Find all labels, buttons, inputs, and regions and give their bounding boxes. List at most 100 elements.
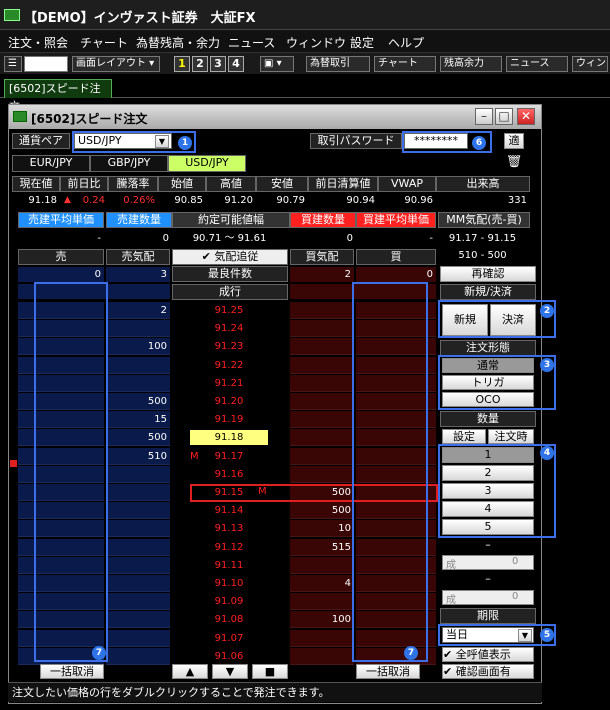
- nari-check-2: 成: [446, 595, 456, 606]
- buy-depth-cell: [290, 320, 354, 337]
- available-range-value: 90.71 ～ 91.61: [192, 233, 267, 244]
- quote-header-6: 前日清算値: [308, 176, 378, 192]
- all-prices-checkbox[interactable]: ✔ 全呼値表示: [442, 647, 534, 662]
- buy-depth-cell: [290, 411, 354, 428]
- pos-header-buy_qty: 買建数量: [290, 212, 356, 228]
- buy-depth-cell: [290, 357, 354, 374]
- sell-depth-cell: [106, 630, 170, 647]
- qty-setting-button[interactable]: 設定: [442, 429, 486, 444]
- buy-depth-total: 2: [290, 267, 354, 282]
- badge-2: 2: [540, 304, 554, 318]
- sell-header: 売: [18, 249, 104, 265]
- quote-value-2: 0.26%: [123, 195, 155, 206]
- buy-header: 買: [356, 249, 436, 265]
- badge-7-sell: 7: [92, 646, 106, 660]
- sell-depth-cell: [106, 539, 170, 556]
- order-type-label: 注文形態: [440, 340, 536, 356]
- badge-4: 4: [540, 446, 554, 460]
- pair-tab-usd-jpy[interactable]: USD/JPY: [168, 155, 246, 172]
- market-mark: [190, 320, 202, 337]
- new-close-label: 新規/決済: [440, 284, 536, 300]
- market-mark: [190, 575, 202, 592]
- dash-label-1: –: [485, 538, 491, 551]
- trash-icon[interactable]: 🗑: [504, 155, 524, 172]
- pos-header-sell_avg: 売建平均単価: [18, 212, 104, 228]
- quote-value-8: 331: [507, 195, 527, 206]
- highlight-new-close: [438, 300, 556, 338]
- pos-header-sell_qty: 売建数量: [106, 212, 172, 228]
- badge-5: 5: [540, 628, 554, 642]
- pos-header-available: 約定可能値幅: [172, 212, 290, 228]
- quote-value-0: 91.18: [28, 195, 57, 206]
- sell-depth-cell: 510: [106, 448, 170, 465]
- center-button[interactable]: ■: [252, 664, 288, 679]
- highlight-buy-column: [352, 282, 428, 662]
- confirm-screen-check-icon: ✔: [443, 665, 456, 678]
- quote-header-0: 現在値: [12, 176, 60, 192]
- nari-check-1: 成: [446, 560, 456, 571]
- sell-depth-cell: [106, 575, 170, 592]
- sell-depth-cell: 500: [106, 393, 170, 410]
- buy-depth-cell: 10: [290, 520, 354, 537]
- nari-zero-1: 0: [512, 556, 519, 567]
- buy-qty-value: 0: [346, 233, 353, 244]
- sell-depth-cell: 500: [106, 429, 170, 446]
- status-bar: 注文したい価格の行をダブルクリックすることで発注できます。: [8, 682, 542, 702]
- market-mark: [190, 502, 202, 519]
- content: 通貨ペア USD/JPY ▼ 取引パスワード ******** 適 1 6 EUR/JPY GBP…: [0, 0, 610, 710]
- pair-tab-eur-jpy[interactable]: EUR/JPY: [12, 155, 90, 172]
- sell-depth-cell: [106, 320, 170, 337]
- sell-cancel-all-button[interactable]: 一括取消: [40, 664, 104, 679]
- sell-depth-total: 3: [106, 267, 170, 282]
- sell-depth-cell: [106, 502, 170, 519]
- sell-depth-cell: [106, 466, 170, 483]
- highlight-deadline: [438, 624, 556, 646]
- quote-header-3: 始値: [158, 176, 206, 192]
- pair-tab-gbp-jpy[interactable]: GBP/JPY: [90, 155, 168, 172]
- market-mark: [190, 302, 202, 319]
- sell-depth-cell: 100: [106, 338, 170, 355]
- mm-value-1: 91.17 - 91.15: [448, 233, 517, 244]
- sell-depth-cell: [106, 593, 170, 610]
- scroll-down-button[interactable]: ▼: [212, 664, 248, 679]
- quote-value-3: 90.85: [174, 195, 203, 206]
- sell-depth-cell: [106, 557, 170, 574]
- badge-1: 1: [178, 136, 192, 150]
- badge-7-buy: 7: [404, 646, 418, 660]
- pos-header-buy_avg: 買建平均単価: [356, 212, 436, 228]
- market-mark: [190, 375, 202, 392]
- scroll-up-button[interactable]: ▲: [172, 664, 208, 679]
- buy-avg-value: -: [429, 233, 433, 244]
- quote-value-7: 90.96: [404, 195, 433, 206]
- down-arrow-icon: ▲: [64, 195, 71, 205]
- highlight-sell-column: [34, 282, 108, 662]
- market-order-label[interactable]: 成行: [172, 284, 288, 300]
- market-mark: [190, 411, 202, 428]
- confirm-screen-checkbox[interactable]: ✔ 確認画面有: [442, 664, 534, 679]
- reconfirm-button[interactable]: 再確認: [440, 266, 536, 282]
- market-mark: [190, 630, 202, 647]
- apply-button[interactable]: 適: [504, 133, 524, 149]
- market-mark: [190, 648, 202, 665]
- best-count-label: 最良件数: [172, 266, 288, 282]
- follow-quote-label: 気配追従: [214, 250, 259, 263]
- market-mark: [190, 357, 202, 374]
- buy-depth-cell: 4: [290, 575, 354, 592]
- follow-check-icon: ✔: [201, 250, 215, 263]
- sell-qty-value: 0: [162, 233, 169, 244]
- badge-3: 3: [540, 358, 554, 372]
- sell-depth-cell: 15: [106, 411, 170, 428]
- sell-depth-cell: [106, 484, 170, 501]
- pair-label: 通貨ペア: [12, 133, 70, 149]
- buy-total: 0: [356, 267, 436, 282]
- quote-header-8: 出来高: [436, 176, 530, 192]
- buy-cancel-all-button[interactable]: 一括取消: [356, 664, 420, 679]
- quote-value-6: 90.94: [346, 195, 375, 206]
- buy-depth-cell: [290, 375, 354, 392]
- position-marker-icon: [10, 460, 17, 467]
- sell-depth-cell: [106, 520, 170, 537]
- all-prices-label: 全呼値表示: [455, 648, 511, 661]
- deadline-label: 期限: [440, 608, 536, 624]
- qty-at-order-button[interactable]: 注文時: [488, 429, 534, 444]
- follow-quote-checkbox[interactable]: ✔ 気配追従: [172, 249, 288, 265]
